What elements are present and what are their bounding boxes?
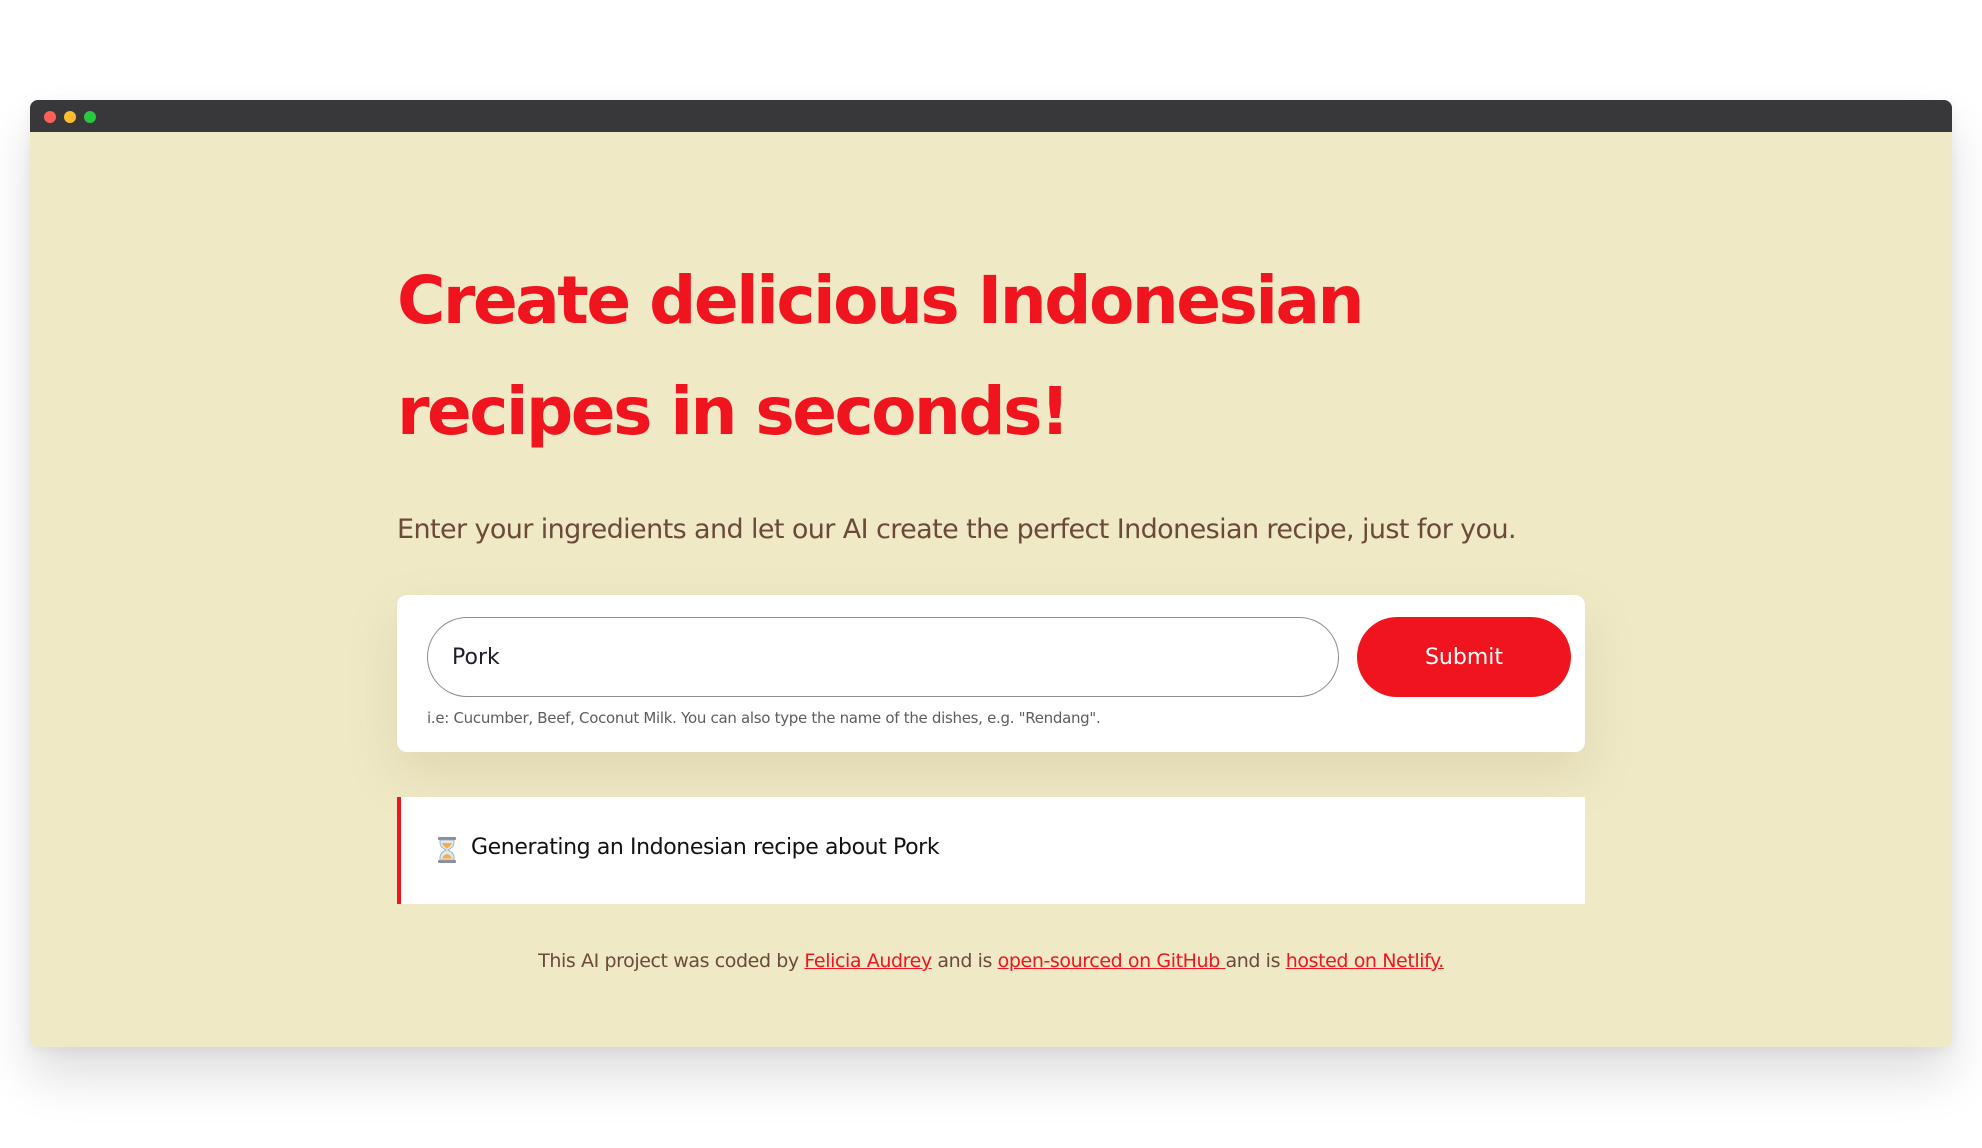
browser-window: Create delicious Indonesian recipes in s… (30, 100, 1952, 1047)
ingredient-input[interactable] (427, 617, 1339, 697)
status-text: Generating an Indonesian recipe about Po… (471, 835, 940, 860)
input-hint: i.e: Cucumber, Beef, Coconut Milk. You c… (427, 709, 1101, 727)
page-subtitle: Enter your ingredients and let our AI cr… (397, 514, 1517, 545)
footer-text: and is (1225, 950, 1286, 972)
netlify-link[interactable]: hosted on Netlify. (1286, 950, 1445, 972)
page-headline: Create delicious Indonesian recipes in s… (397, 262, 1364, 450)
zoom-window-button[interactable] (84, 111, 96, 123)
footer-text: This AI project was coded by (538, 950, 805, 972)
footer-text: and is (931, 950, 998, 972)
submit-button[interactable]: Submit (1357, 617, 1571, 697)
minimize-window-button[interactable] (64, 111, 76, 123)
hourglass-icon (438, 837, 456, 863)
window-titlebar (30, 100, 1952, 132)
generation-status: Generating an Indonesian recipe about Po… (397, 797, 1585, 904)
page-content: Create delicious Indonesian recipes in s… (30, 132, 1952, 1047)
close-window-button[interactable] (44, 111, 56, 123)
github-link[interactable]: open-sourced on GitHub (998, 950, 1226, 972)
footer: This AI project was coded by Felicia Aud… (30, 950, 1952, 972)
recipe-form: Submit i.e: Cucumber, Beef, Coconut Milk… (397, 595, 1585, 752)
author-link[interactable]: Felicia Audrey (804, 950, 932, 972)
